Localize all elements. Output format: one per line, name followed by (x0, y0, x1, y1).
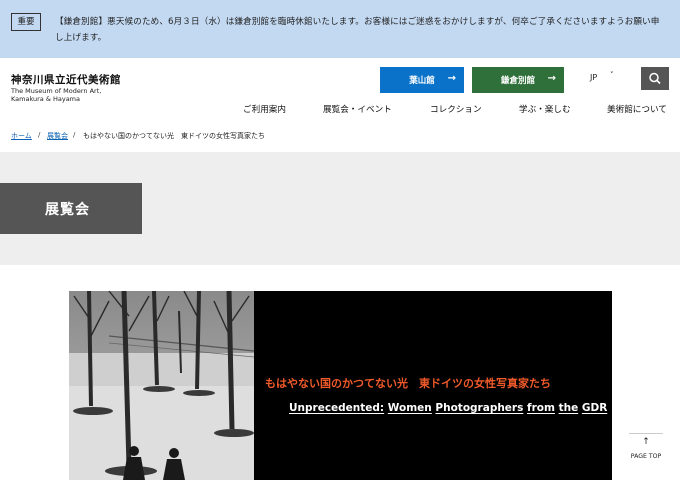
logo-subtitle-line2: Kamakura & Hayama (11, 95, 81, 103)
breadcrumb-separator: / (38, 131, 41, 139)
hero-title-ja: もはやない国のかつてない光 東ドイツの女性写真家たち (265, 377, 551, 390)
hero-title-en-word: Photographers (435, 402, 524, 414)
arrow-right-icon: → (447, 73, 456, 84)
hero-title-en-word: GDR (581, 402, 608, 414)
notice-bar: 重要 【鎌倉別館】悪天候のため、6月３日（水）は鎌倉別館を臨時休館いたします。お… (0, 0, 680, 58)
notice-text: 【鎌倉別館】悪天候のため、6月３日（水）は鎌倉別館を臨時休館いたします。お客様に… (55, 17, 660, 43)
nav-item-exhibitions[interactable]: 展覧会・イベント (323, 103, 392, 115)
nav-item-about[interactable]: 美術館について (607, 103, 667, 115)
chevron-down-icon: ˅ (610, 71, 614, 79)
kamakura-button[interactable]: 鎌倉別館 → (472, 67, 564, 93)
hero-title-en-word: Women (387, 402, 432, 414)
breadcrumb-current: もはやない国のかつてない光 東ドイツの女性写真家たち (83, 132, 265, 140)
logo-subtitle: The Museum of Modern Art, Kamakura & Hay… (11, 87, 121, 103)
notice-badge: 重要 (11, 13, 41, 31)
logo-title[interactable]: 神奈川県立近代美術館 (11, 72, 121, 87)
breadcrumb-home[interactable]: ホーム (11, 131, 32, 141)
search-icon (649, 72, 661, 85)
page-title: 展覧会 (45, 202, 90, 218)
exhibition-hero: もはやない国のかつてない光 東ドイツの女性写真家たち Unprecedented… (69, 291, 612, 480)
arrow-right-icon: → (547, 73, 556, 84)
hero-title-en: Unprecedented: Women Photographers from … (289, 402, 607, 414)
hero-title-en-word: from (527, 402, 555, 414)
page-top-label: PAGE TOP (630, 453, 662, 460)
nav-item-learn[interactable]: 学ぶ・楽しむ (519, 103, 571, 115)
nav-item-guide[interactable]: ご利用案内 (243, 103, 286, 115)
nav-item-collection[interactable]: コレクション (430, 103, 482, 115)
breadcrumb-exhibitions[interactable]: 展覧会 (47, 131, 68, 141)
hero-photo (69, 291, 254, 480)
hero-title-en-word: Unprecedented: (289, 402, 385, 414)
breadcrumb-separator: / (73, 131, 76, 139)
hayama-button[interactable]: 葉山館 → (380, 67, 464, 93)
hero-title-en-word: the (558, 402, 579, 414)
logo-subtitle-line1: The Museum of Modern Art, (11, 87, 102, 95)
page-top-button[interactable]: ↑ PAGE TOP (629, 433, 663, 465)
arrow-up-icon: ↑ (642, 437, 650, 447)
language-select[interactable]: JP (590, 73, 597, 82)
search-button[interactable] (641, 67, 669, 90)
